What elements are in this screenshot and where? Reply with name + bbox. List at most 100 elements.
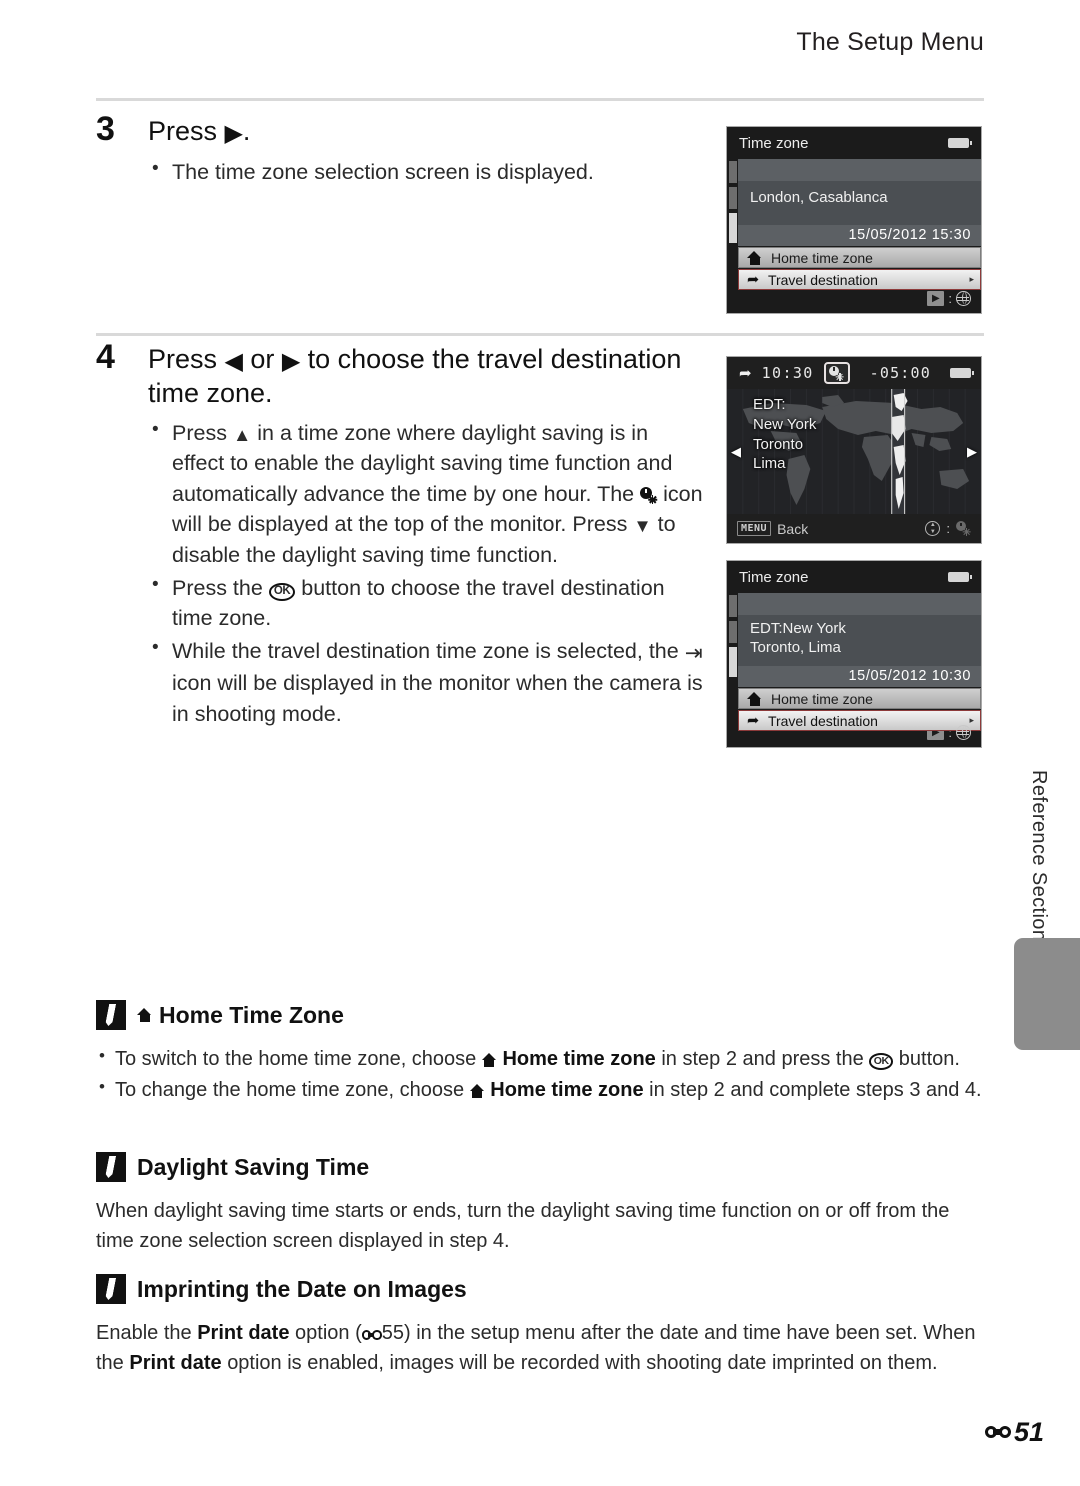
- ok-button-icon: OK: [869, 1053, 894, 1070]
- back-label: Back: [777, 520, 809, 537]
- note-emphasis: Home time zone: [502, 1048, 656, 1070]
- note-text: ) in the setup menu after the date and t…: [403, 1322, 918, 1344]
- menu-item-label: Travel destination: [767, 271, 878, 288]
- menu-button-icon[interactable]: MENU: [737, 521, 772, 536]
- plane-icon: ➦: [739, 365, 752, 382]
- map-city: Lima: [753, 455, 786, 473]
- note-home-time-zone: Home Time Zone To switch to the home tim…: [96, 1000, 984, 1107]
- menu-item-travel-destination[interactable]: ➦ Travel destination ▸: [738, 269, 981, 290]
- timezone-datetime: 15/05/2012 15:30: [738, 225, 981, 246]
- note-text: button.: [898, 1048, 960, 1070]
- bullet: Press the OK button to choose the travel…: [148, 571, 704, 634]
- note-heading: Home Time Zone: [96, 1000, 984, 1030]
- menu-item-home-time-zone[interactable]: Home time zone: [738, 688, 981, 710]
- play-button-icon: ▶: [927, 291, 945, 306]
- note-list-item: To switch to the home time zone, choose …: [96, 1043, 984, 1074]
- note-daylight-saving-time: Daylight Saving Time When daylight savin…: [96, 1152, 984, 1257]
- step-3-bullets: The time zone selection screen is displa…: [96, 156, 704, 188]
- world-map[interactable]: EDT: New York Toronto Lima ◀ ▶: [727, 389, 981, 514]
- note-reference-number: 55: [381, 1322, 404, 1344]
- chevron-right-icon: ▸: [969, 715, 974, 726]
- screen-title-bar: Time zone: [727, 561, 981, 593]
- note-emphasis: Print date: [129, 1352, 222, 1375]
- step-4-title-part1: Press: [148, 344, 218, 374]
- side-tab-label: Reference Section: [1028, 770, 1050, 942]
- bullet-text: Press the: [172, 575, 263, 600]
- side-tab-marker: [1014, 938, 1080, 1050]
- globe-icon: [956, 291, 971, 306]
- pencil-note-icon: [96, 1274, 126, 1304]
- plane-icon: ➦: [747, 271, 759, 288]
- note-body: When daylight saving time starts or ends…: [96, 1196, 984, 1257]
- home-house-icon: [747, 250, 762, 265]
- page-number: 51: [1013, 1417, 1044, 1447]
- up-down-key-icon: ▲ ▼: [925, 521, 941, 536]
- timezone-city-label: London, Casablanca: [738, 181, 981, 225]
- screenshot-timezone-home: Time zone London, Casablanca 15/05/2012 …: [726, 126, 982, 314]
- down-triangle-icon: ▼: [633, 515, 652, 537]
- page-title: The Setup Menu: [796, 28, 984, 56]
- page-folio: 51: [984, 1417, 1044, 1448]
- screen-body: EDT:New York Toronto, Lima 15/05/2012 10…: [727, 593, 981, 732]
- screen-body: London, Casablanca 15/05/2012 15:30 Home…: [727, 159, 981, 290]
- scrollbar[interactable]: [727, 159, 738, 284]
- menu-item-label: Home time zone: [771, 249, 873, 266]
- travel-destination-plane-icon: ⇥: [684, 640, 703, 665]
- note-text: in step 2 and press the: [661, 1048, 864, 1070]
- nikon-reference-mark-icon: [361, 1330, 382, 1340]
- map-footer: MENU Back ▲ ▼ :: [727, 514, 981, 543]
- map-city: Toronto: [753, 435, 804, 453]
- timezone-datetime: 15/05/2012 10:30: [738, 666, 981, 688]
- separator: :: [948, 291, 952, 306]
- map-top-bar: ➦ 10:30 -05:00: [727, 357, 981, 389]
- note-text: option is enabled, images will be record…: [227, 1352, 938, 1375]
- step-4-title-or: or: [250, 344, 275, 374]
- menu-item-travel-destination[interactable]: ➦ Travel destination ▸: [738, 710, 981, 732]
- note-title: Home Time Zone: [137, 1002, 344, 1029]
- divider-top: [96, 98, 984, 101]
- home-house-icon: [747, 691, 762, 706]
- note-title: Daylight Saving Time: [137, 1153, 370, 1180]
- note-paragraph: Enable the Print date option (55) in the…: [96, 1318, 984, 1379]
- daylight-saving-icon: [956, 521, 971, 536]
- battery-full-icon: [950, 368, 975, 378]
- screen-panel: London, Casablanca 15/05/2012 15:30 Home…: [738, 159, 981, 290]
- left-triangle-icon: ◀: [224, 348, 243, 375]
- note-text: option (: [295, 1322, 362, 1344]
- panel-top-strip: [738, 593, 981, 615]
- screen-panel: EDT:New York Toronto, Lima 15/05/2012 10…: [738, 593, 981, 732]
- note-emphasis: Print date: [197, 1322, 290, 1344]
- note-paragraph: When daylight saving time starts or ends…: [96, 1200, 950, 1253]
- step-4-bullets: Press ▲ in a time zone where daylight sa…: [96, 417, 704, 729]
- menu-item-label: Travel destination: [767, 712, 878, 729]
- note-title: Imprinting the Date on Images: [137, 1275, 467, 1302]
- step-3-title-suffix: .: [242, 116, 251, 146]
- step-3-title: Press ▶.: [148, 112, 250, 149]
- left-triangle-icon[interactable]: ◀: [731, 444, 741, 460]
- note-imprinting-date: Imprinting the Date on Images Enable the…: [96, 1274, 984, 1379]
- step-4: 4 Press ◀ or ▶ to choose the travel dest…: [96, 339, 704, 731]
- pencil-note-icon: [96, 1152, 126, 1182]
- note-heading: Imprinting the Date on Images: [96, 1274, 984, 1304]
- step-4-title: Press ◀ or ▶ to choose the travel destin…: [148, 340, 704, 410]
- scrollbar[interactable]: [727, 593, 738, 718]
- manual-page: The Setup Menu 3 Press ▶. The time zone …: [0, 0, 1080, 1486]
- timezone-city-label: EDT:New York Toronto, Lima: [738, 615, 981, 667]
- step-3-heading: 3 Press ▶.: [96, 111, 704, 149]
- battery-full-icon: [948, 572, 973, 582]
- battery-full-icon: [948, 138, 973, 148]
- map-time: 10:30: [761, 364, 814, 382]
- step-3-title-prefix: Press: [148, 116, 218, 146]
- daylight-saving-icon: [640, 486, 657, 504]
- right-triangle-icon[interactable]: ▶: [967, 444, 977, 460]
- menu-item-home-time-zone[interactable]: Home time zone: [738, 247, 981, 268]
- daylight-saving-icon[interactable]: [823, 362, 850, 384]
- up-triangle-icon: ▲: [232, 423, 252, 445]
- globe-icon: [956, 725, 971, 740]
- home-house-icon: [481, 1053, 497, 1067]
- right-triangle-icon: ▶: [281, 348, 301, 375]
- right-triangle-icon: ▶: [224, 120, 243, 147]
- screenshot-world-map: ➦ 10:30 -05:00 EDT: New York Toronto Lim…: [726, 356, 982, 544]
- note-heading: Daylight Saving Time: [96, 1152, 984, 1182]
- note-text: To change the home time zone, choose: [115, 1079, 465, 1102]
